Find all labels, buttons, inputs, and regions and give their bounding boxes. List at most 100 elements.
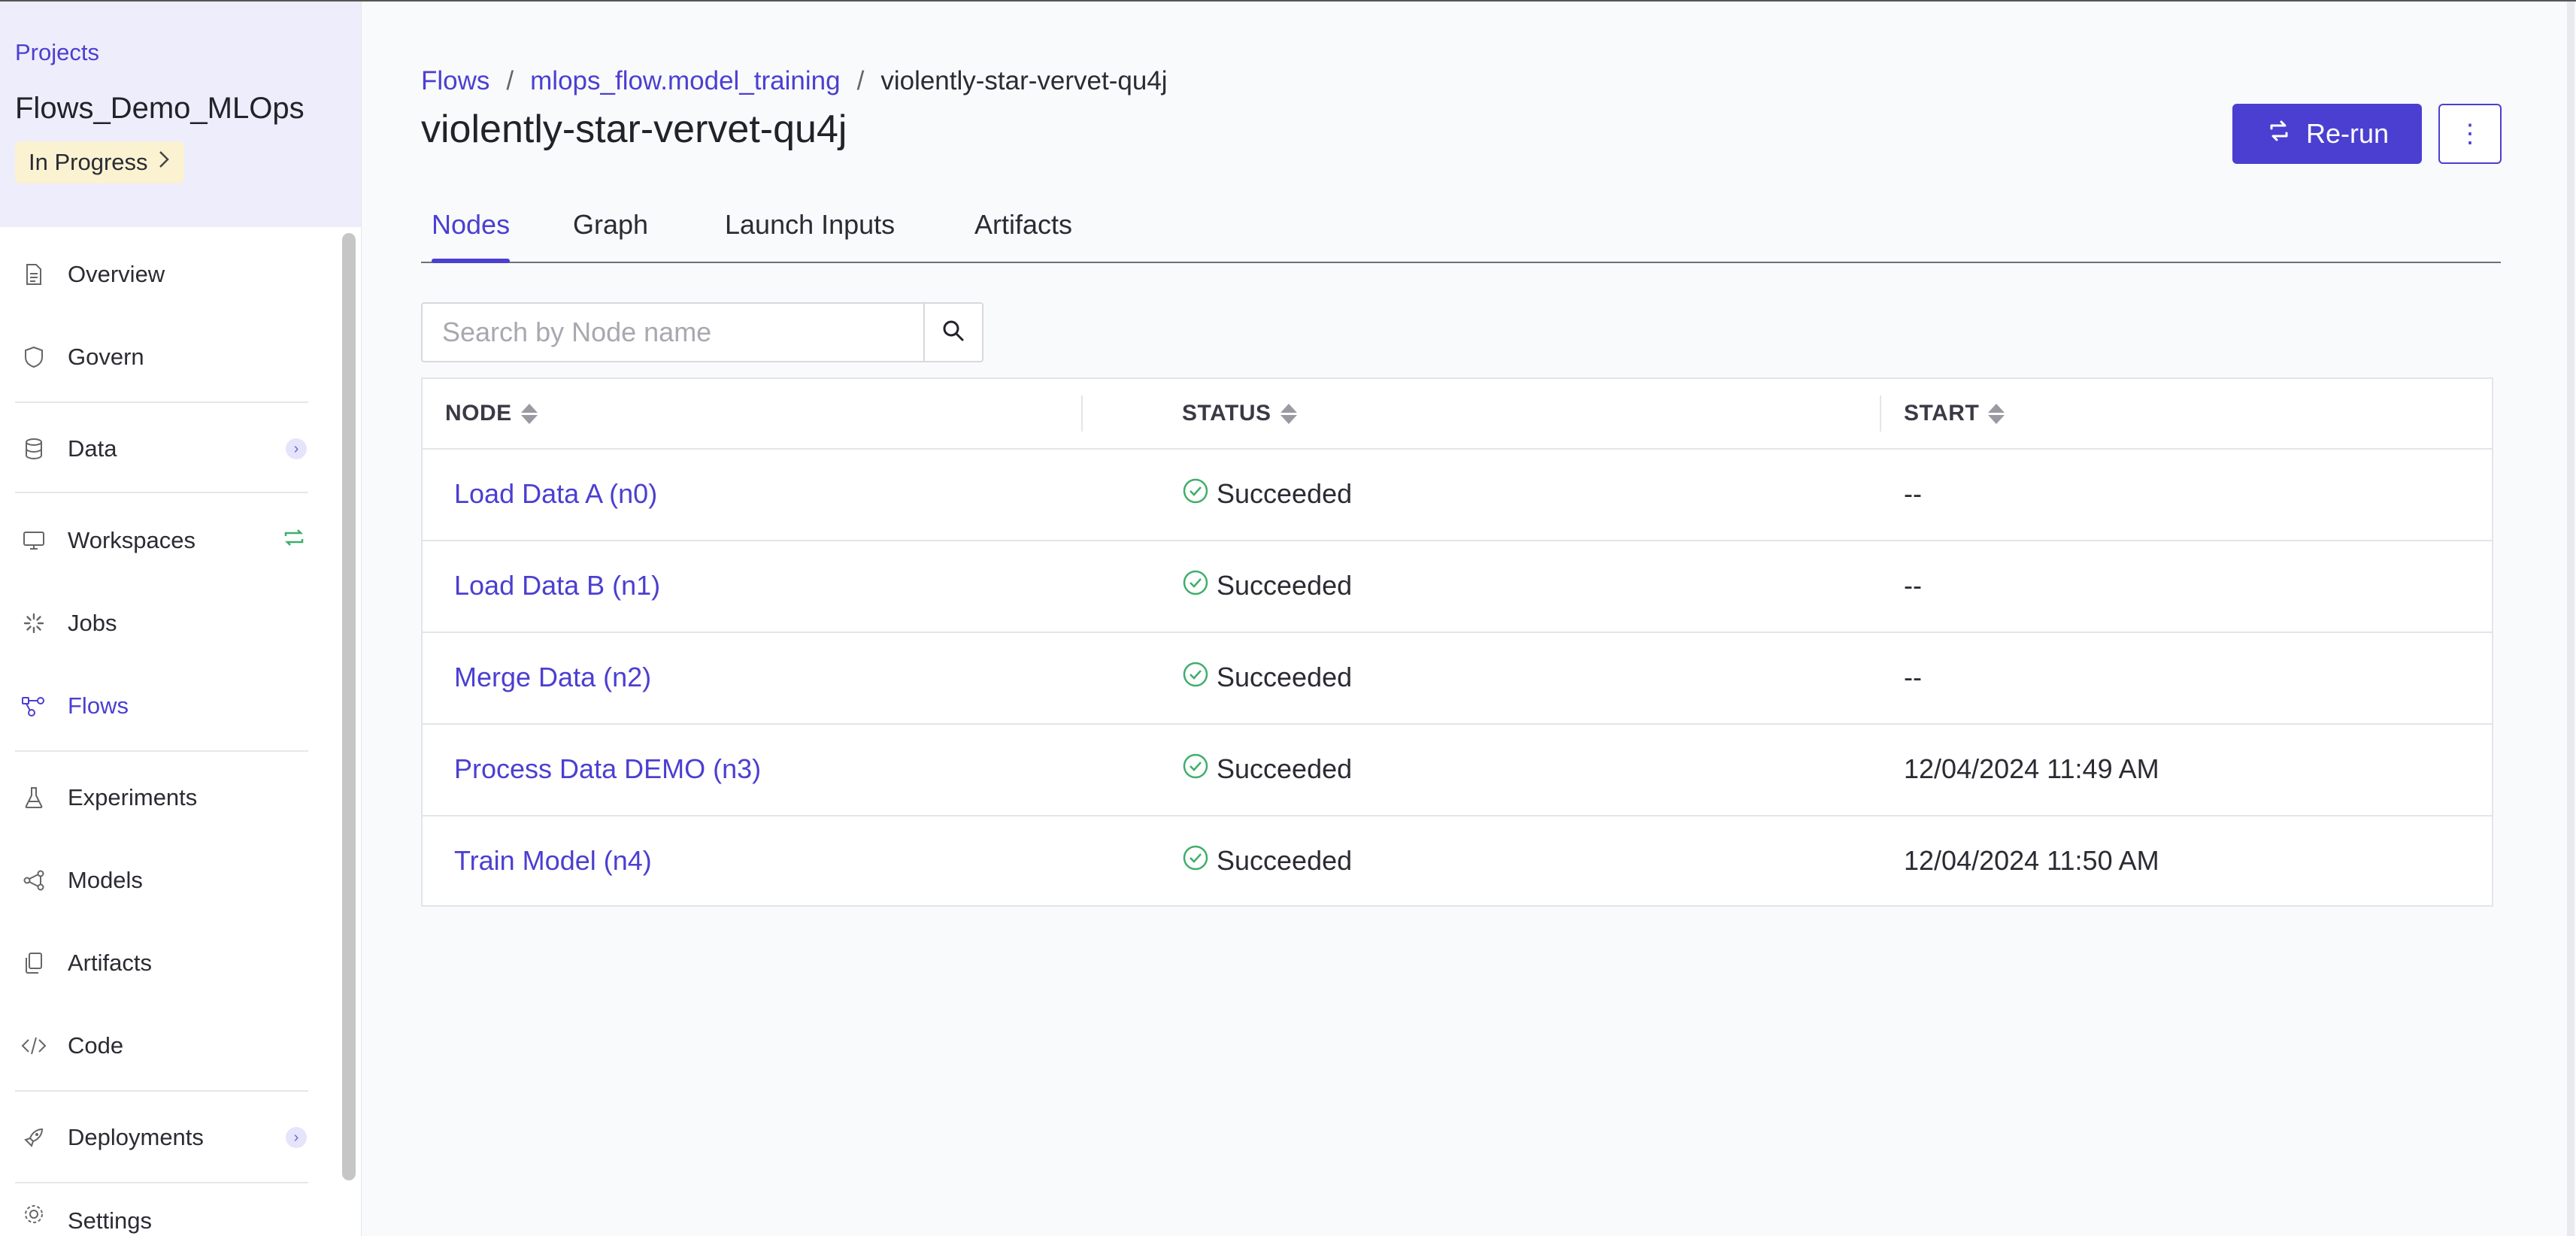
- sidebar-item-settings[interactable]: Settings: [21, 1201, 307, 1236]
- sort-icon: [1280, 403, 1297, 424]
- node-search: [421, 302, 983, 362]
- sidebar-item-label: Flows: [68, 692, 129, 719]
- node-name-link[interactable]: Train Model (n4): [454, 815, 652, 907]
- code-icon: [21, 1033, 47, 1059]
- status-label: Succeeded: [1217, 478, 1353, 509]
- database-icon: [21, 436, 47, 462]
- column-header-start[interactable]: START: [1904, 379, 2005, 448]
- gear-icon: [21, 1201, 47, 1227]
- node-name-link[interactable]: Load Data B (n1): [454, 540, 660, 632]
- status-cell: Succeeded: [1182, 815, 1352, 907]
- sidebar-item-label: Artifacts: [68, 950, 152, 976]
- search-button[interactable]: [923, 304, 982, 361]
- breadcrumb: Flows / mlops_flow.model_training / viol…: [421, 66, 1168, 96]
- sidebar-item-flows[interactable]: Flows: [21, 680, 307, 732]
- status-label: Succeeded: [1217, 570, 1353, 601]
- sort-icon: [520, 403, 538, 424]
- sidebar-scrollbar[interactable]: [342, 233, 356, 1180]
- expand-arrow-icon[interactable]: ›: [286, 1127, 307, 1148]
- node-name-link[interactable]: Merge Data (n2): [454, 632, 651, 723]
- project-header: Projects Flows_Demo_MLOps In Progress: [0, 2, 361, 227]
- projects-link[interactable]: Projects: [15, 39, 99, 66]
- check-circle-icon: [1182, 477, 1209, 511]
- column-separator: [1880, 395, 1881, 432]
- sidebar-divider: [15, 1182, 308, 1183]
- project-name: Flows_Demo_MLOps: [15, 92, 305, 125]
- start-time: 12/04/2024 11:49 AM: [1904, 753, 2159, 784]
- sidebar-item-label: Deployments: [68, 1124, 204, 1150]
- rerun-button[interactable]: Re-run: [2232, 104, 2422, 164]
- search-icon: [941, 318, 966, 347]
- sidebar-item-label: Overview: [68, 261, 165, 287]
- expand-arrow-icon[interactable]: ›: [286, 438, 307, 459]
- more-options-button[interactable]: ⋮: [2438, 104, 2502, 164]
- main-content: Flows / mlops_flow.model_training / viol…: [361, 2, 2576, 1236]
- sidebar-item-data[interactable]: Data ›: [21, 423, 307, 475]
- table-row[interactable]: Process Data DEMO (n3) Succeeded 12/04/2…: [423, 723, 2492, 816]
- tab-launch-inputs[interactable]: Launch Inputs: [725, 209, 895, 262]
- status-cell: Succeeded: [1182, 540, 1352, 632]
- sidebar-divider: [15, 492, 308, 493]
- tab-artifacts[interactable]: Artifacts: [974, 209, 1072, 262]
- column-header-label: START: [1904, 401, 1980, 426]
- sidebar-item-label: Models: [68, 867, 143, 893]
- sidebar-item-overview[interactable]: Overview: [21, 248, 307, 301]
- monitor-icon: [21, 528, 47, 553]
- table-row[interactable]: Load Data A (n0) Succeeded --: [423, 448, 2492, 541]
- sidebar: Projects Flows_Demo_MLOps In Progress Ov…: [0, 2, 362, 1236]
- status-label: Succeeded: [1217, 845, 1353, 876]
- table-row[interactable]: Merge Data (n2) Succeeded --: [423, 632, 2492, 725]
- node-name-link[interactable]: Load Data A (n0): [454, 448, 657, 540]
- sidebar-item-artifacts[interactable]: Artifacts: [21, 937, 307, 989]
- column-separator: [1081, 395, 1083, 432]
- sidebar-item-jobs[interactable]: Jobs: [21, 597, 307, 650]
- sidebar-divider: [15, 1090, 308, 1092]
- sidebar-item-label: Code: [68, 1032, 124, 1059]
- sidebar-item-code[interactable]: Code: [21, 1019, 307, 1072]
- files-icon: [21, 950, 47, 976]
- status-label: Succeeded: [1217, 662, 1353, 692]
- table-header: NODE STATUS START: [423, 379, 2492, 450]
- breadcrumb-separator: /: [506, 66, 514, 95]
- sidebar-item-deployments[interactable]: Deployments ›: [21, 1111, 307, 1164]
- check-circle-icon: [1182, 661, 1209, 695]
- column-header-node[interactable]: NODE: [445, 379, 538, 448]
- check-circle-icon: [1182, 569, 1209, 603]
- search-input[interactable]: [423, 304, 923, 361]
- shield-icon: [21, 344, 47, 370]
- check-circle-icon: [1182, 753, 1209, 786]
- page-scrollbar[interactable]: [2567, 2, 2574, 1236]
- column-header-label: STATUS: [1182, 401, 1271, 426]
- sidebar-item-label: Workspaces: [68, 527, 195, 553]
- start-time: 12/04/2024 11:50 AM: [1904, 845, 2159, 876]
- status-label: Succeeded: [1217, 753, 1353, 784]
- tab-graph[interactable]: Graph: [573, 209, 648, 262]
- flask-icon: [21, 785, 47, 810]
- status-cell: Succeeded: [1182, 723, 1352, 815]
- breadcrumb-separator: /: [856, 66, 865, 95]
- node-name-link[interactable]: Process Data DEMO (n3): [454, 723, 761, 815]
- sidebar-item-govern[interactable]: Govern: [21, 331, 307, 383]
- breadcrumb-current: violently-star-vervet-qu4j: [880, 66, 1168, 95]
- table-row[interactable]: Load Data B (n1) Succeeded --: [423, 540, 2492, 633]
- project-status-label: In Progress: [29, 149, 148, 175]
- sidebar-divider: [15, 750, 308, 752]
- sidebar-item-label: Jobs: [68, 610, 117, 636]
- sidebar-item-models[interactable]: Models: [21, 854, 307, 907]
- breadcrumb-flow-link[interactable]: mlops_flow.model_training: [530, 66, 840, 96]
- tab-nodes[interactable]: Nodes: [432, 209, 511, 263]
- column-header-status[interactable]: STATUS: [1182, 379, 1297, 448]
- sidebar-item-label: Data: [68, 435, 117, 462]
- table-row[interactable]: Train Model (n4) Succeeded 12/04/2024 11…: [423, 815, 2492, 907]
- project-status-badge[interactable]: In Progress: [15, 141, 184, 183]
- kebab-icon: ⋮: [2457, 120, 2483, 148]
- document-icon: [21, 262, 47, 287]
- sidebar-item-workspaces[interactable]: Workspaces: [21, 514, 307, 567]
- sidebar-item-label: Govern: [68, 344, 144, 370]
- start-time: --: [1904, 478, 1922, 509]
- status-cell: Succeeded: [1182, 448, 1352, 540]
- sidebar-item-experiments[interactable]: Experiments: [21, 771, 307, 824]
- rerun-icon: [2265, 117, 2293, 151]
- sidebar-item-label: Experiments: [68, 784, 198, 810]
- breadcrumb-flows-link[interactable]: Flows: [421, 66, 489, 96]
